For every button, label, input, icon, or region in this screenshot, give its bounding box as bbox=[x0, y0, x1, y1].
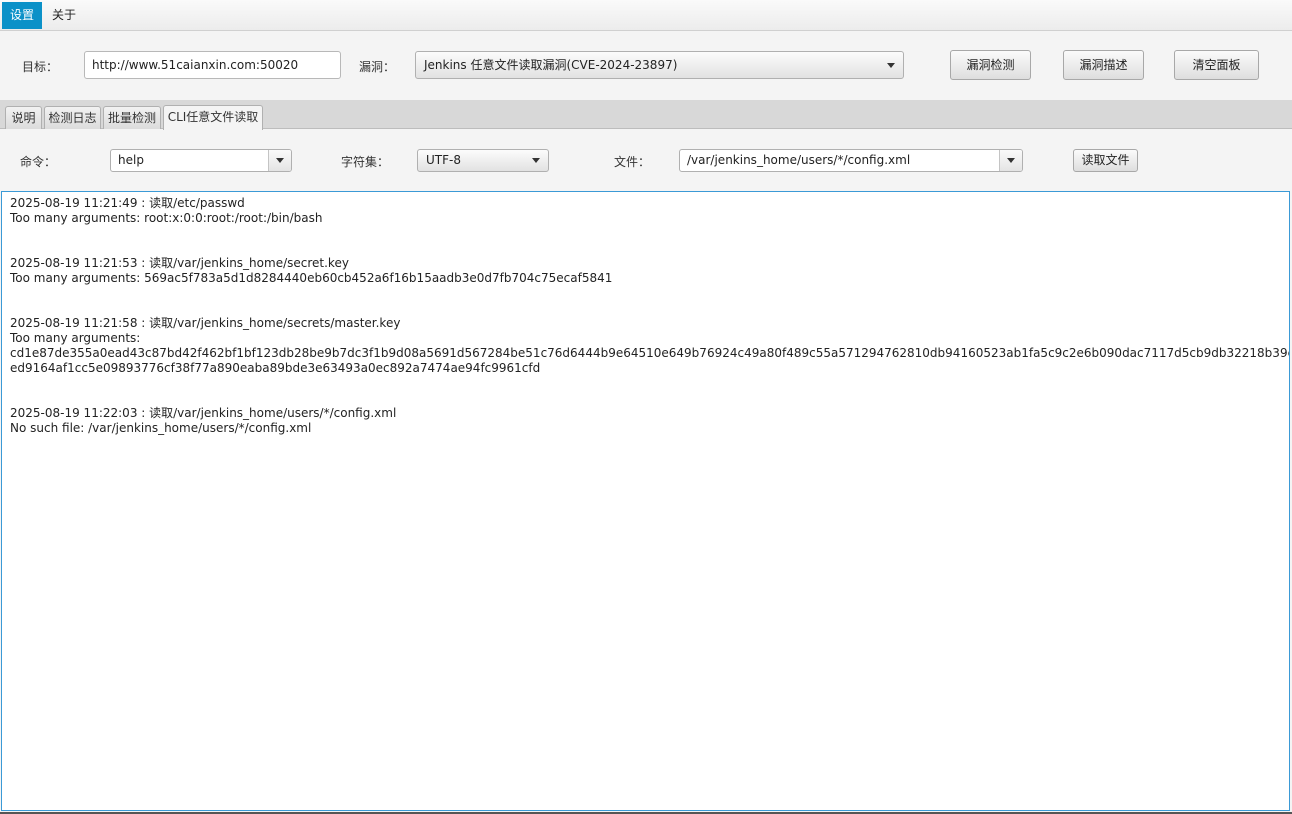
log-entry: 2025-08-19 11:22:03 : 读取/var/jenkins_hom… bbox=[10, 406, 1289, 436]
log-line: No such file: /var/jenkins_home/users/*/… bbox=[10, 421, 312, 435]
log-header: 2025-08-19 11:21:49 : 读取/etc/passwd bbox=[10, 196, 245, 210]
log-line: Too many arguments: root:x:0:0:root:/roo… bbox=[10, 211, 323, 225]
file-label: 文件： bbox=[614, 155, 651, 169]
describe-button[interactable]: 漏洞描述 bbox=[1063, 50, 1144, 80]
file-dropdown-button[interactable] bbox=[999, 150, 1022, 171]
chevron-down-icon bbox=[276, 158, 284, 163]
tab-cli-file-read[interactable]: CLI任意文件读取 bbox=[163, 105, 263, 130]
log-header: 2025-08-19 11:21:58 : 读取/var/jenkins_hom… bbox=[10, 316, 401, 330]
file-combo[interactable]: /var/jenkins_home/users/*/config.xml bbox=[679, 149, 1023, 172]
log-header: 2025-08-19 11:21:53 : 读取/var/jenkins_hom… bbox=[10, 256, 349, 270]
log-header: 2025-08-19 11:22:03 : 读取/var/jenkins_hom… bbox=[10, 406, 397, 420]
chevron-down-icon bbox=[532, 158, 540, 163]
log-entry: 2025-08-19 11:21:53 : 读取/var/jenkins_hom… bbox=[10, 256, 1289, 286]
command-combo[interactable]: help bbox=[110, 149, 292, 172]
command-label: 命令： bbox=[20, 155, 57, 169]
log-line: Too many arguments: 569ac5f783a5d1d82844… bbox=[10, 271, 613, 285]
file-path-input[interactable]: /var/jenkins_home/users/*/config.xml bbox=[687, 150, 910, 171]
log-line: ed9164af1cc5e09893776cf38f77a890eaba89bd… bbox=[10, 361, 541, 375]
target-url-input[interactable]: http://www.51caianxin.com:50020 bbox=[84, 51, 341, 79]
vuln-label: 漏洞： bbox=[359, 60, 396, 74]
menu-settings[interactable]: 设置 bbox=[2, 2, 43, 29]
vuln-select[interactable]: Jenkins 任意文件读取漏洞(CVE-2024-23897) bbox=[415, 51, 904, 79]
log-line: Too many arguments: bbox=[10, 331, 141, 345]
vuln-select-value: Jenkins 任意文件读取漏洞(CVE-2024-23897) bbox=[424, 58, 678, 72]
detect-button[interactable]: 漏洞检测 bbox=[950, 50, 1031, 80]
tab-instructions[interactable]: 说明 bbox=[5, 106, 42, 129]
charset-select[interactable]: UTF-8 bbox=[417, 149, 549, 172]
menu-bar: 设置 关于 bbox=[0, 0, 1292, 31]
charset-select-value: UTF-8 bbox=[426, 153, 461, 167]
log-line: cd1e87de355a0ead43c87bd42f462bf1bf123db2… bbox=[10, 346, 1290, 360]
menu-about[interactable]: 关于 bbox=[44, 2, 84, 29]
target-label: 目标： bbox=[22, 60, 59, 74]
tab-batch-detection[interactable]: 批量检测 bbox=[103, 106, 161, 129]
clear-panel-button[interactable]: 清空面板 bbox=[1174, 50, 1259, 80]
chevron-down-icon bbox=[887, 63, 895, 68]
tab-bar: 说明 检测日志 批量检测 CLI任意文件读取 bbox=[0, 100, 1292, 130]
command-input[interactable]: help bbox=[118, 150, 144, 171]
output-textarea[interactable]: 2025-08-19 11:21:49 : 读取/etc/passwd Too … bbox=[1, 191, 1290, 811]
read-file-button[interactable]: 读取文件 bbox=[1073, 149, 1138, 172]
command-dropdown-button[interactable] bbox=[268, 150, 291, 171]
chevron-down-icon bbox=[1007, 158, 1015, 163]
log-entry: 2025-08-19 11:21:49 : 读取/etc/passwd Too … bbox=[10, 196, 1289, 226]
tab-detection-log[interactable]: 检测日志 bbox=[44, 106, 101, 129]
log-entry: 2025-08-19 11:21:58 : 读取/var/jenkins_hom… bbox=[10, 316, 1289, 376]
charset-label: 字符集： bbox=[341, 155, 390, 169]
